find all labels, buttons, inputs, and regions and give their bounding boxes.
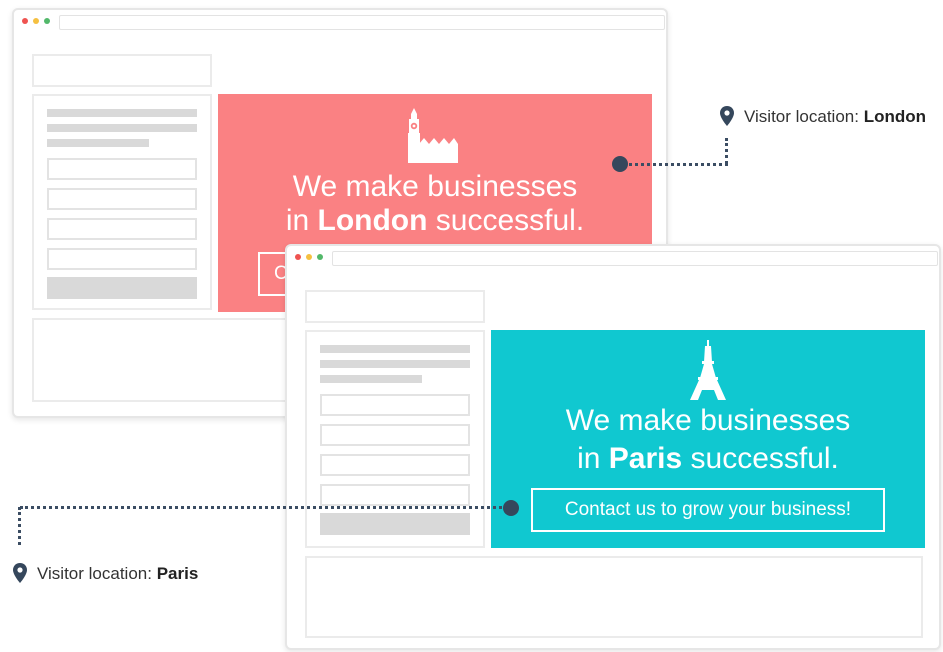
- paris-connector-node: [503, 500, 519, 516]
- minimize-dot[interactable]: [306, 254, 312, 260]
- london-connector-line: [624, 163, 728, 166]
- close-dot[interactable]: [22, 18, 28, 24]
- headline-prefix: in: [577, 442, 609, 475]
- close-dot[interactable]: [295, 254, 301, 260]
- address-bar[interactable]: [59, 15, 665, 30]
- london-connector-line-vertical: [725, 138, 728, 164]
- caption-label: Visitor location:: [744, 107, 864, 126]
- text-placeholder-line: [320, 375, 422, 383]
- form-input[interactable]: [47, 248, 197, 270]
- sidebar-form: [305, 330, 485, 548]
- paris-connector-line-vertical: [18, 507, 21, 545]
- caption-label: Visitor location:: [37, 564, 157, 583]
- text-placeholder-line: [47, 139, 149, 147]
- city-name: Paris: [608, 442, 683, 475]
- map-pin-icon: [720, 106, 734, 126]
- headline-prefix: in: [285, 204, 318, 237]
- minimize-dot[interactable]: [33, 18, 39, 24]
- text-placeholder-line: [320, 345, 470, 353]
- text-placeholder-line: [47, 109, 197, 117]
- form-submit-button[interactable]: [320, 513, 470, 535]
- address-bar[interactable]: [332, 251, 938, 266]
- footer-placeholder: [32, 318, 312, 402]
- caption-city: Paris: [156, 564, 199, 583]
- sidebar-form: [32, 94, 212, 310]
- browser-titlebar: [287, 246, 939, 272]
- form-submit-button[interactable]: [47, 277, 197, 299]
- logo-placeholder: [305, 290, 485, 323]
- form-input[interactable]: [47, 158, 197, 180]
- maximize-dot[interactable]: [44, 18, 50, 24]
- text-placeholder-line: [320, 360, 470, 368]
- paris-connector-line: [20, 506, 508, 509]
- maximize-dot[interactable]: [317, 254, 323, 260]
- form-input[interactable]: [320, 484, 470, 506]
- hero-headline-line1: We make businesses: [565, 404, 851, 437]
- hero-headline-line2: in Paris successful.: [491, 442, 925, 476]
- form-input[interactable]: [47, 218, 197, 240]
- big-ben-icon: [408, 108, 458, 163]
- london-visitor-caption: Visitor location: London: [744, 107, 926, 127]
- cta-label: Contact us to grow your business!: [564, 499, 852, 520]
- form-input[interactable]: [320, 424, 470, 446]
- headline-suffix: successful.: [427, 204, 585, 237]
- form-input[interactable]: [47, 188, 197, 210]
- form-input[interactable]: [320, 454, 470, 476]
- paris-visitor-caption: Visitor location: Paris: [37, 564, 198, 584]
- london-connector-node: [612, 156, 628, 172]
- city-name: London: [317, 204, 428, 237]
- paris-browser-window: We make businesses in Paris successful. …: [285, 244, 941, 650]
- footer-placeholder: [305, 556, 923, 638]
- map-pin-icon: [13, 563, 27, 583]
- hero-headline-line2: in London successful.: [218, 204, 652, 238]
- headline-suffix: successful.: [682, 442, 839, 475]
- text-placeholder-line: [47, 124, 197, 132]
- eiffel-tower-icon: [690, 340, 726, 400]
- caption-city: London: [863, 107, 927, 126]
- contact-us-button[interactable]: Contact us to grow your business!: [531, 488, 885, 532]
- browser-titlebar: [14, 10, 666, 36]
- hero-headline-line1: We make businesses: [292, 170, 578, 203]
- paris-hero-banner: We make businesses in Paris successful. …: [491, 330, 925, 548]
- logo-placeholder: [32, 54, 212, 87]
- form-input[interactable]: [320, 394, 470, 416]
